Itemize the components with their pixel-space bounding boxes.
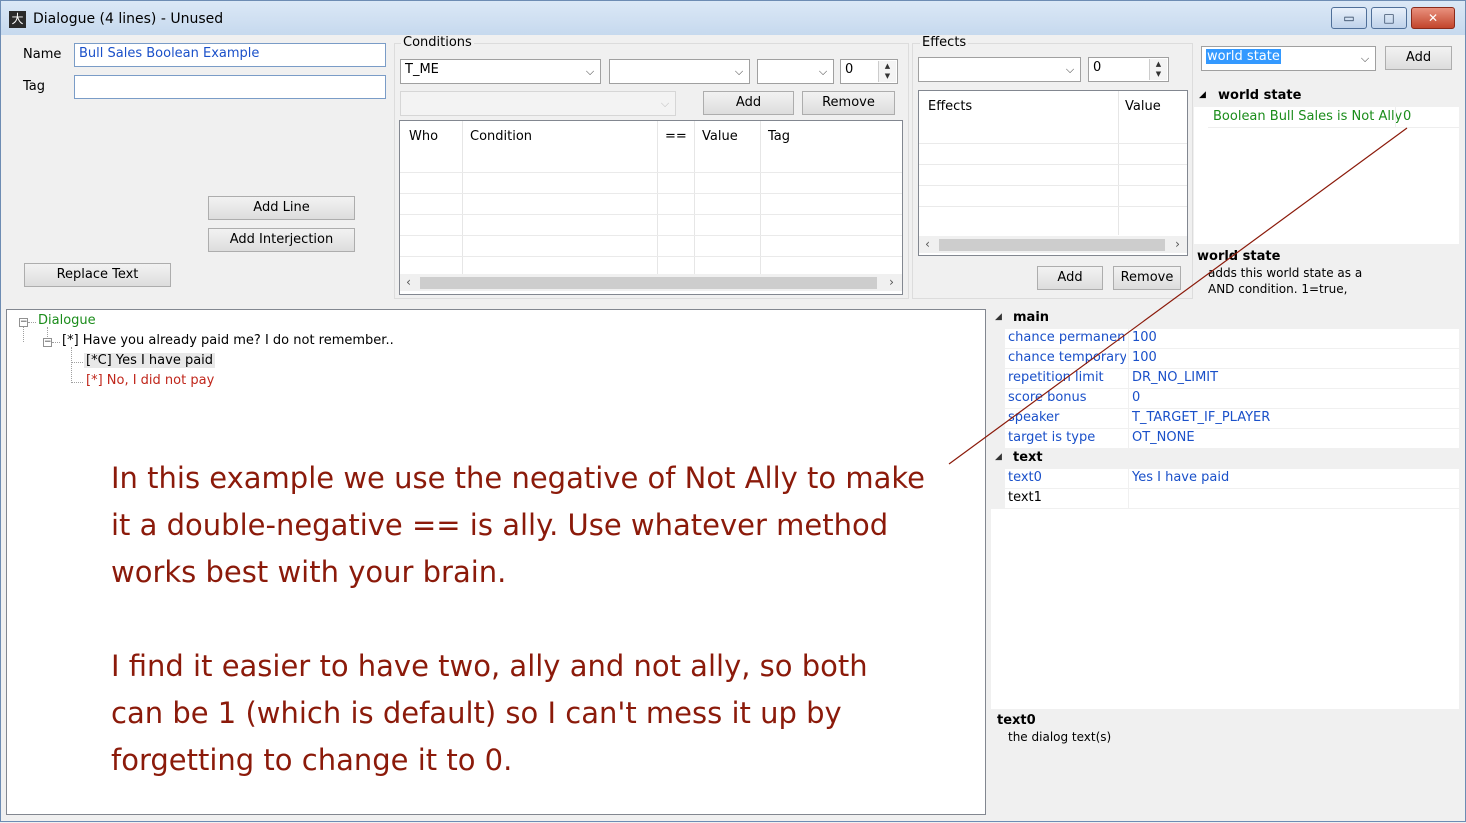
annotation-arrow-line [948, 127, 1408, 465]
dialogue-window: ⼤ Dialogue (4 lines) - Unused ▭ □ ✕ Name… [0, 0, 1466, 822]
